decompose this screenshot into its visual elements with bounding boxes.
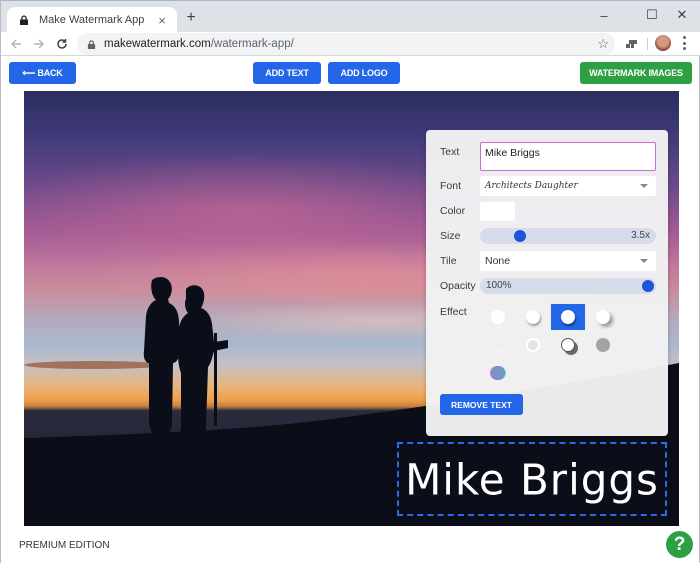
new-tab-button[interactable]: + xyxy=(183,10,199,26)
size-slider[interactable]: 3.5x xyxy=(480,228,656,244)
lock-icon xyxy=(87,39,96,49)
add-logo-button[interactable]: ADD LOGO xyxy=(328,62,400,84)
toolbar-divider xyxy=(647,38,648,50)
font-select-value: Architects Daughter xyxy=(485,181,578,191)
minimize-button[interactable]: – xyxy=(589,5,619,25)
app-footer: PREMIUM EDITION xyxy=(1,526,699,563)
remove-text-button[interactable]: REMOVE TEXT xyxy=(440,394,523,415)
add-text-button[interactable]: ADD TEXT xyxy=(253,62,321,84)
opacity-label: Opacity xyxy=(440,280,476,292)
font-select[interactable]: Architects Daughter xyxy=(480,176,656,196)
watermark-text-input[interactable] xyxy=(480,142,656,171)
tab-strip: Make Watermark App × + – ☐ ✕ xyxy=(1,0,700,33)
app-header: ⟵ BACK ADD TEXT ADD LOGO WATERMARK IMAGE… xyxy=(1,56,699,91)
close-tab-icon[interactable]: × xyxy=(155,13,169,28)
chevron-down-icon xyxy=(640,184,648,188)
tile-select-value: None xyxy=(485,255,511,267)
close-window-button[interactable]: ✕ xyxy=(667,5,697,25)
bookmark-star-icon[interactable]: ☆ xyxy=(597,36,609,52)
tab-title: Make Watermark App xyxy=(39,14,145,26)
size-value: 3.5x xyxy=(631,230,650,241)
avatar[interactable] xyxy=(655,35,671,51)
size-slider-thumb[interactable] xyxy=(514,230,526,242)
browser-tab[interactable]: Make Watermark App × xyxy=(7,7,177,33)
effect-soft-shadow[interactable] xyxy=(516,304,550,330)
text-settings-panel: Text Font Architects Daughter Color Size… xyxy=(426,130,668,436)
forward-arrow-icon[interactable] xyxy=(30,35,48,53)
watermark-text-box[interactable]: Mike Briggs xyxy=(397,442,667,516)
help-button[interactable]: ? xyxy=(666,531,693,558)
font-label: Font xyxy=(440,180,462,192)
address-bar[interactable]: makewatermark.com/watermark-app/ ☆ xyxy=(77,33,615,55)
color-swatch[interactable] xyxy=(480,202,515,221)
effect-faint-outline[interactable] xyxy=(481,332,515,358)
effect-label: Effect xyxy=(440,306,467,318)
opacity-value: 100% xyxy=(486,280,512,291)
color-label: Color xyxy=(440,205,466,217)
tile-select[interactable]: None xyxy=(480,251,656,271)
effect-outline[interactable] xyxy=(516,332,550,358)
maximize-button[interactable]: ☐ xyxy=(637,5,667,25)
effect-offset-shadow[interactable] xyxy=(551,332,585,358)
effect-gray[interactable] xyxy=(586,332,620,358)
back-arrow-icon[interactable] xyxy=(7,35,25,53)
chevron-down-icon xyxy=(640,259,648,263)
effect-long-shadow[interactable] xyxy=(586,304,620,330)
lock-icon xyxy=(20,15,28,25)
tile-label: Tile xyxy=(440,255,457,267)
kebab-menu-icon[interactable] xyxy=(681,36,687,50)
url-host: makewatermark.com xyxy=(104,38,211,50)
watermark-images-button[interactable]: WATERMARK IMAGES xyxy=(580,62,692,84)
size-label: Size xyxy=(440,230,461,242)
browser-window: Make Watermark App × + – ☐ ✕ makewaterma… xyxy=(0,0,700,563)
back-button[interactable]: ⟵ BACK xyxy=(9,62,76,84)
edition-label: PREMIUM EDITION xyxy=(19,540,110,551)
opacity-slider[interactable]: 100% xyxy=(480,278,656,294)
opacity-slider-thumb[interactable] xyxy=(642,280,654,292)
effect-chromatic[interactable] xyxy=(481,360,515,386)
watermark-text: Mike Briggs xyxy=(405,454,659,504)
extension-icon[interactable] xyxy=(625,37,639,51)
effect-none[interactable] xyxy=(481,304,515,330)
text-label: Text xyxy=(440,146,460,158)
effect-drop-shadow[interactable] xyxy=(551,304,585,330)
url-path: /watermark-app/ xyxy=(210,38,294,50)
reload-icon[interactable] xyxy=(53,35,71,53)
browser-toolbar: makewatermark.com/watermark-app/ ☆ xyxy=(1,32,700,56)
